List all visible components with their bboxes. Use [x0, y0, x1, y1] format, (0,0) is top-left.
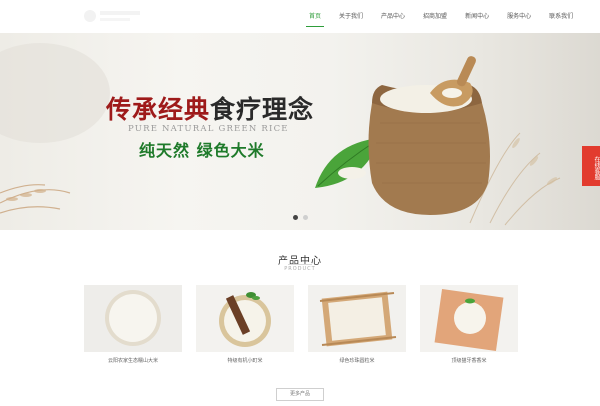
product-image-2[interactable]	[196, 285, 294, 352]
nav-item-franchise[interactable]: 招商加盟	[414, 0, 456, 33]
nav-item-about[interactable]: 关于我们	[330, 0, 372, 33]
product-card-4[interactable]: 顶级猫牙香香米	[420, 285, 518, 365]
product-image-3[interactable]	[308, 285, 406, 352]
main-nav: 首页 关于我们 产品中心 招商加盟 新闻中心 服务中心 联系我们	[300, 0, 582, 33]
nav-item-home[interactable]: 首页	[300, 0, 330, 33]
nav-item-contact[interactable]: 联系我们	[540, 0, 582, 33]
product-card-2[interactable]: 特级有机小町米	[196, 285, 294, 365]
nav-item-news[interactable]: 新闻中心	[456, 0, 498, 33]
banner-pagination	[293, 215, 308, 220]
banner-illustration	[0, 43, 561, 226]
product-name-2[interactable]: 特级有机小町米	[196, 357, 294, 364]
product-card-3[interactable]: 绿色珍珠圆粒米	[308, 285, 406, 365]
product-image-1[interactable]	[84, 285, 182, 352]
slogan-dark-part: 食疗理念	[210, 95, 315, 124]
product-list: 云阳农家生态糯山大米 特级有机小町米 绿色珍珠圆粒米 顶级猫牙香香米	[84, 285, 518, 365]
product-name-3[interactable]: 绿色珍珠圆粒米	[308, 357, 406, 364]
banner-dot-1[interactable]	[293, 215, 298, 220]
nav-item-service[interactable]: 服务中心	[498, 0, 540, 33]
hero-banner[interactable]: 传承经典食疗理念 PURE NATURAL GREEN RICE 纯天然 绿色大…	[0, 33, 600, 230]
product-image-4[interactable]	[420, 285, 518, 352]
product-name-4[interactable]: 顶级猫牙香香米	[420, 357, 518, 364]
product-card-1[interactable]: 云阳农家生态糯山大米	[84, 285, 182, 365]
banner-sub-slogan: 纯天然 绿色大米	[139, 141, 265, 160]
nav-item-products[interactable]: 产品中心	[372, 0, 414, 33]
section-divider	[288, 264, 312, 265]
banner-slogan: 传承经典食疗理念	[106, 90, 314, 126]
site-logo[interactable]	[80, 3, 152, 29]
more-products-button[interactable]: 更多产品	[276, 388, 324, 401]
page: 首页 关于我们 产品中心 招商加盟 新闻中心 服务中心 联系我们 传承经典食疗理…	[0, 0, 600, 406]
online-service-tab[interactable]: 在线客服	[582, 146, 600, 186]
products-section-subtitle: PRODUCT	[284, 266, 316, 272]
product-name-1[interactable]: 云阳农家生态糯山大米	[84, 357, 182, 364]
banner-dot-2[interactable]	[303, 215, 308, 220]
slogan-red-part: 传承经典	[106, 95, 211, 124]
banner-english-slogan: PURE NATURAL GREEN RICE	[128, 124, 289, 134]
site-header: 首页 关于我们 产品中心 招商加盟 新闻中心 服务中心 联系我们	[0, 0, 600, 33]
